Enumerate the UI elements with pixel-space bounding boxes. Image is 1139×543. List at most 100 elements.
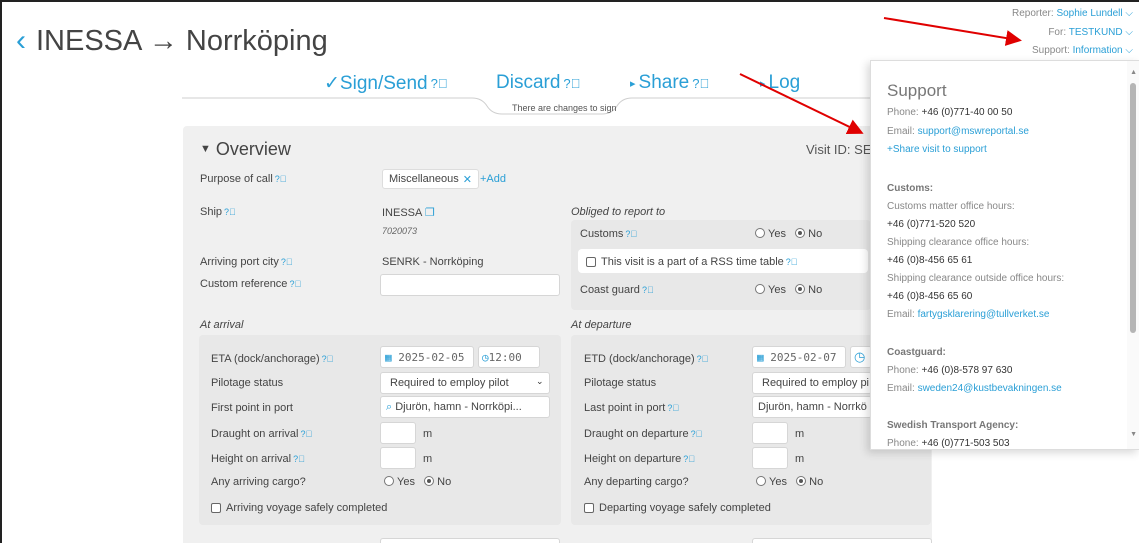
radio-yes[interactable] xyxy=(755,228,765,238)
radio-yes[interactable] xyxy=(384,476,394,486)
help-icon: ?⃝ xyxy=(696,354,709,364)
clock-icon: ◷ xyxy=(482,351,489,364)
eta-label: ETA (dock/anchorage) ?⃝ xyxy=(211,353,334,365)
help-icon: ?⃝ xyxy=(625,229,638,239)
transport-heading: Swedish Transport Agency: xyxy=(887,420,1019,431)
checkbox[interactable] xyxy=(211,503,221,514)
support-dropdown: Support Phone: +46 (0)771-40 00 50 Email… xyxy=(870,60,1139,450)
search-icon: ⌕ xyxy=(386,401,393,413)
coast-guard-label: Coast guard ?⃝ xyxy=(580,284,654,296)
departure-next-input[interactable] xyxy=(752,538,932,543)
help-icon: ?⃝ xyxy=(289,279,302,289)
arriving-completed-checkbox[interactable]: Arriving voyage safely completed xyxy=(211,502,387,514)
annotation-arrow-top xyxy=(883,17,1022,46)
app-frame: ‹ INESSA → Norrköping Reporter: Sophie L… xyxy=(0,0,1139,543)
shipping-outside-label: Shipping clearance outside office hours: xyxy=(887,273,1065,284)
remove-icon[interactable]: ✕ xyxy=(463,173,472,186)
support-title: Support xyxy=(887,81,947,100)
ship-label: Ship ?⃝ xyxy=(200,206,236,218)
share-visit-link[interactable]: +Share visit to support xyxy=(887,144,987,155)
radio-yes[interactable] xyxy=(755,284,765,294)
purpose-label: Purpose of call ?⃝ xyxy=(200,173,287,185)
height-departure-unit: m xyxy=(795,453,805,465)
reporter-selector[interactable]: Reporter: Sophie Lundell ⌵ xyxy=(1012,8,1133,19)
help-icon: ?⃝ xyxy=(280,257,293,267)
arriving-port-label: Arriving port city ?⃝ xyxy=(200,256,293,268)
purpose-tag[interactable]: Miscellaneous ✕ xyxy=(382,169,479,189)
arriving-cargo-label: Any arriving cargo? xyxy=(211,476,306,488)
sign-send-button[interactable]: ✓Sign/Send ?⃝ xyxy=(324,72,448,95)
obliged-heading: Obliged to report to xyxy=(571,206,666,218)
departure-pilotage-value: Required to employ pi xyxy=(762,377,870,389)
customs-radio-group[interactable]: Yes No xyxy=(755,228,822,240)
height-arrival-input[interactable] xyxy=(380,447,416,469)
draught-departure-input[interactable] xyxy=(752,422,788,444)
help-icon: ?⃝ xyxy=(785,257,798,267)
help-icon: ?⃝ xyxy=(563,75,581,91)
help-icon: ?⃝ xyxy=(683,454,695,464)
checkbox[interactable] xyxy=(586,257,596,268)
departing-cargo-radio-group[interactable]: Yes No xyxy=(756,476,823,488)
radio-no[interactable] xyxy=(795,228,806,238)
share-button[interactable]: ▸ Share ?⃝ xyxy=(630,72,709,94)
ship-name: INESSA ❐ xyxy=(382,207,435,219)
first-point-value: ⌕ Djurön, hamn - Norrköpi... xyxy=(386,401,522,413)
radio-no[interactable] xyxy=(796,476,807,486)
customs-office-hours-label: Customs matter office hours: xyxy=(887,201,1015,212)
draught-arrival-input[interactable] xyxy=(380,422,416,444)
scroll-up-icon[interactable]: ▲ xyxy=(1130,69,1137,76)
height-arrival-unit: m xyxy=(423,453,433,465)
arriving-cargo-radio-group[interactable]: Yes No xyxy=(384,476,451,488)
height-departure-input[interactable] xyxy=(752,447,788,469)
customer-selector[interactable]: For: TESTKUND ⌵ xyxy=(1048,27,1133,38)
arriving-port-value: SENRK - Norrköping xyxy=(382,256,484,268)
shipping-clearance-label: Shipping clearance office hours: xyxy=(887,237,1030,248)
visit-id: Visit ID: SE xyxy=(806,142,872,157)
help-icon: ?⃝ xyxy=(690,429,703,439)
customs-heading: Customs: xyxy=(887,183,934,194)
radio-yes[interactable] xyxy=(756,476,766,486)
customs-email-link[interactable]: fartygsklarering@tullverket.se xyxy=(918,309,1050,320)
height-arrival-label: Height on arrival ?⃝ xyxy=(211,453,305,465)
transport-phone: Phone: +46 (0)771-503 503 xyxy=(887,438,1010,449)
chevron-down-icon: ⌵ xyxy=(1125,45,1133,56)
overview-toggle[interactable]: ▼ Overview xyxy=(200,139,291,160)
coast-guard-radio-group[interactable]: Yes No xyxy=(755,284,822,296)
caret-down-icon: ▼ xyxy=(200,143,211,155)
chevron-down-icon: ⌄ xyxy=(536,376,544,386)
arrival-next-input[interactable] xyxy=(380,538,560,543)
changes-notice: There are changes to sign xyxy=(512,103,617,113)
draught-departure-unit: m xyxy=(795,428,805,440)
shipping-outside-phone: +46 (0)8-456 65 60 xyxy=(887,291,973,302)
support-email-link[interactable]: support@mswreportal.se xyxy=(918,126,1029,137)
eta-date: ▦ 2025-02-05 xyxy=(385,351,465,364)
support-scroll-thumb[interactable] xyxy=(1130,83,1136,333)
customs-office-phone: +46 (0)771-520 520 xyxy=(887,219,976,230)
support-email: Email: support@mswreportal.se xyxy=(887,126,1029,137)
add-purpose-link[interactable]: +Add xyxy=(480,173,506,185)
support-selector[interactable]: Support: Information ⌵ xyxy=(1032,45,1133,56)
draught-arrival-unit: m xyxy=(423,428,433,440)
radio-no[interactable] xyxy=(424,476,435,486)
help-icon: ?⃝ xyxy=(321,354,334,364)
caret-right-icon: ▸ xyxy=(760,77,766,90)
departing-completed-checkbox[interactable]: Departing voyage safely completed xyxy=(584,502,771,514)
arrival-heading: At arrival xyxy=(200,319,244,331)
departure-pilotage-label: Pilotage status xyxy=(584,377,657,389)
first-point-label: First point in port xyxy=(211,402,293,414)
help-icon: ?⃝ xyxy=(293,454,305,464)
back-chevron-icon[interactable]: ‹ xyxy=(16,24,26,58)
last-point-value: Djurön, hamn - Norrkö xyxy=(758,401,867,413)
radio-no[interactable] xyxy=(795,284,806,294)
scroll-down-icon[interactable]: ▼ xyxy=(1130,431,1137,438)
coastguard-email-link[interactable]: sweden24@kustbevakningen.se xyxy=(918,383,1062,394)
discard-button[interactable]: Discard ?⃝ xyxy=(496,72,580,94)
custom-reference-input[interactable] xyxy=(380,274,560,296)
help-icon: ?⃝ xyxy=(274,174,287,184)
log-button[interactable]: ▸ Log xyxy=(760,72,800,94)
help-icon: ?⃝ xyxy=(224,207,236,217)
coastguard-heading: Coastguard: xyxy=(887,347,946,358)
copy-icon[interactable]: ❐ xyxy=(425,207,435,219)
checkbox[interactable] xyxy=(584,503,594,514)
rss-checkbox[interactable]: This visit is a part of a RSS time table… xyxy=(586,256,798,268)
